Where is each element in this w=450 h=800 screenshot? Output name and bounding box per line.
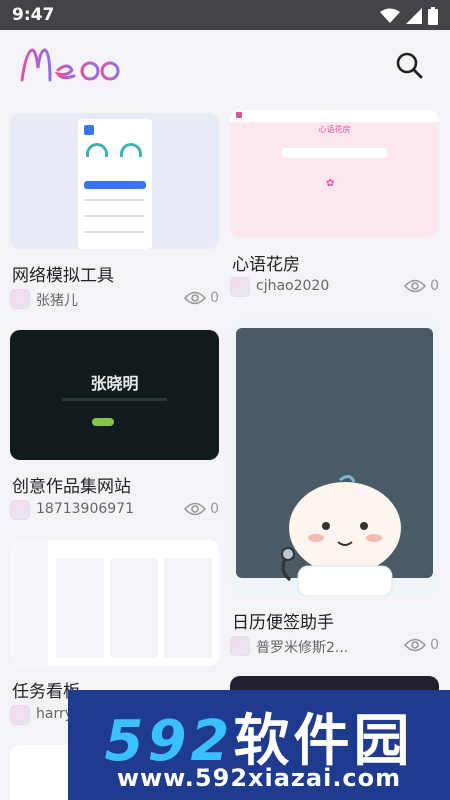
author-avatar xyxy=(230,636,250,656)
card-title: 日历便签助手 xyxy=(232,613,334,633)
project-card[interactable] xyxy=(10,745,68,800)
eye-icon xyxy=(404,279,427,293)
thumb-heading: 张晓明 xyxy=(90,374,139,393)
author-avatar xyxy=(10,500,30,520)
view-count-value: 0 xyxy=(430,278,439,294)
card-thumbnail xyxy=(230,318,439,596)
view-count: 0 xyxy=(184,501,219,517)
watermark-banner: 592软件园 www.592xiazai.com xyxy=(68,690,450,800)
view-count: 0 xyxy=(184,290,219,306)
project-card[interactable]: 网络模拟工具 张猪儿 0 xyxy=(10,113,219,313)
card-author: 张猪儿 xyxy=(36,293,78,309)
author-avatar xyxy=(230,277,250,297)
card-thumbnail xyxy=(10,113,219,249)
doctor-illustration xyxy=(281,475,401,596)
eye-icon xyxy=(404,638,427,652)
card-thumbnail: 张晓明 xyxy=(10,330,219,460)
card-meta: 张猪儿 0 xyxy=(10,289,219,311)
project-card[interactable]: 张晓明 创意作品集网站 18713906971 0 xyxy=(10,330,219,520)
project-card[interactable]: 心语花房 ✿ 心语花房 cjhao2020 0 xyxy=(230,110,439,300)
watermark-url: www.592xiazai.com xyxy=(116,764,402,792)
thumb-heading: 心语花房 xyxy=(318,125,351,134)
status-bar: 9:47 xyxy=(0,0,450,30)
battery-icon xyxy=(428,7,438,25)
card-meta: 普罗米修斯2... 0 xyxy=(230,636,439,658)
card-thumbnail xyxy=(10,540,219,666)
view-count-value: 0 xyxy=(210,501,219,517)
eye-icon xyxy=(184,502,207,516)
card-title: 网络模拟工具 xyxy=(12,266,114,286)
eye-icon xyxy=(184,291,207,305)
app-header xyxy=(0,30,450,100)
view-count: 0 xyxy=(404,637,439,653)
view-count-value: 0 xyxy=(210,290,219,306)
status-time: 9:47 xyxy=(12,5,55,25)
card-thumbnail: 心语花房 ✿ xyxy=(230,110,439,237)
author-avatar xyxy=(10,289,30,309)
app-logo xyxy=(20,48,120,82)
search-icon[interactable] xyxy=(394,50,424,80)
card-meta: 18713906971 0 xyxy=(10,500,219,522)
author-avatar xyxy=(10,705,30,725)
project-card[interactable]: 日历便签助手 普罗米修斯2... 0 xyxy=(230,318,439,658)
card-meta: cjhao2020 0 xyxy=(230,277,439,299)
wifi-icon xyxy=(380,8,400,23)
view-count: 0 xyxy=(404,278,439,294)
view-count-value: 0 xyxy=(430,637,439,653)
card-title: 心语花房 xyxy=(232,255,300,275)
card-author: 普罗米修斯2... xyxy=(256,640,349,656)
card-author: cjhao2020 xyxy=(256,278,330,294)
card-author: 18713906971 xyxy=(36,501,134,517)
card-title: 创意作品集网站 xyxy=(12,477,131,497)
status-icons xyxy=(380,7,438,25)
signal-icon xyxy=(406,8,422,24)
